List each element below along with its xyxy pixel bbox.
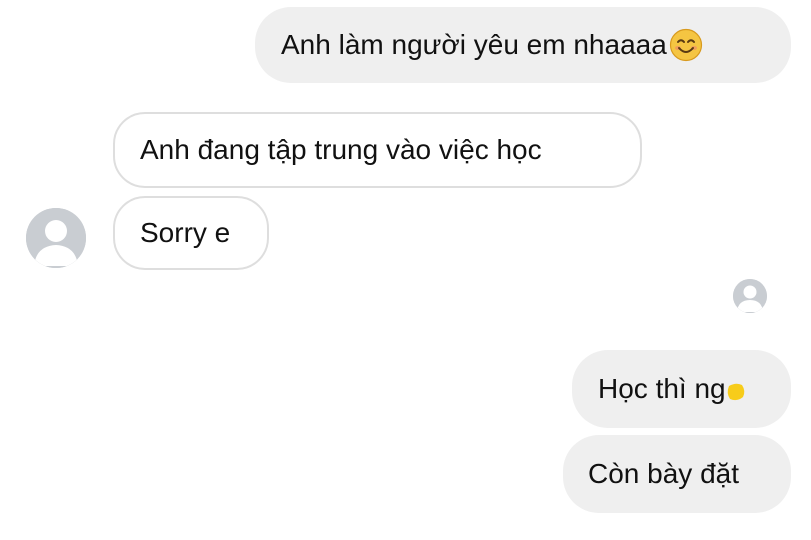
- message-text: Còn bày đặt: [588, 458, 739, 489]
- outgoing-message-bubble[interactable]: Còn bày đặt: [563, 435, 791, 513]
- message-text: Anh làm người yêu em nhaaaa: [281, 29, 667, 60]
- incoming-message-bubble[interactable]: Anh đang tập trung vào việc học: [113, 112, 642, 188]
- message-text: Học thì ng: [598, 373, 726, 404]
- seen-receipt-avatar: [733, 279, 767, 313]
- outgoing-message-bubble[interactable]: Học thì ng: [572, 350, 791, 428]
- smiling-face-icon: [669, 28, 703, 62]
- message-text: Sorry e: [140, 217, 231, 248]
- incoming-message-bubble[interactable]: Sorry e: [113, 196, 269, 270]
- contact-avatar[interactable]: [26, 208, 86, 268]
- yellow-censor-mark: [726, 379, 746, 401]
- message-text: Anh đang tập trung vào việc học: [140, 134, 542, 165]
- outgoing-message-bubble[interactable]: Anh làm người yêu em nhaaaa: [255, 7, 791, 83]
